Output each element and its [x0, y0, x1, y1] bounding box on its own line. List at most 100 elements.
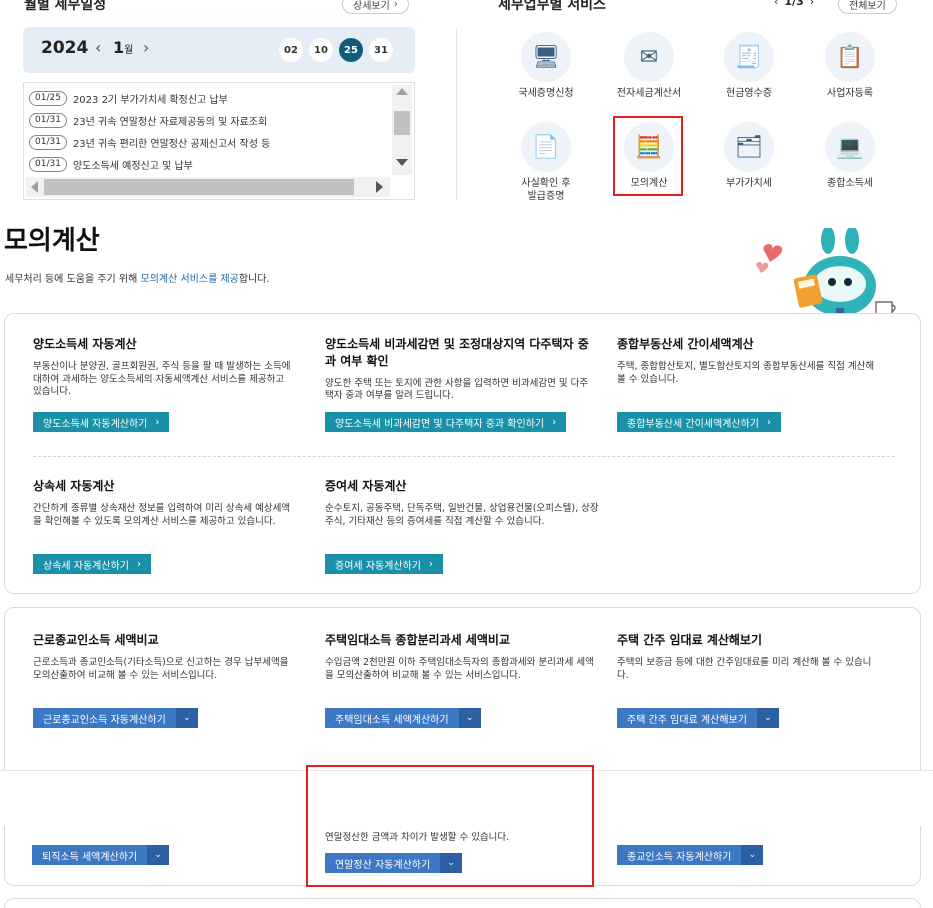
business-registration-icon: 📋: [825, 32, 875, 82]
schedule-date: 01/25: [29, 90, 67, 106]
calc-item-title: 양도소득세 자동계산: [33, 337, 137, 351]
scroll-thumb[interactable]: [394, 111, 410, 135]
chevron-down-icon[interactable]: ⌄: [741, 845, 764, 865]
services-pager: ‹ 1/3 ›: [774, 0, 814, 8]
schedule-more-button[interactable]: 상세보기 ›: [342, 0, 409, 14]
calendar-day-active[interactable]: 25: [339, 38, 363, 62]
calc-item: 주택 간주 임대료 계산해보기 주택의 보증금 등에 대한 간주임대료를 미리 …: [617, 632, 877, 682]
button-label: 퇴직소득 세액계산하기: [42, 851, 138, 863]
calc-item: 양도소득세 자동계산 부동산이나 분양권, 골프회원권, 주식 등을 팔 때 발…: [33, 336, 293, 399]
schedule-item[interactable]: 01/31 23년 귀속 편리한 연말정산 공제신고서 작성 등: [29, 131, 389, 153]
service-label: 현금영수증: [726, 88, 772, 99]
calendar-day[interactable]: 02: [279, 38, 303, 62]
schedule-more-label: 상세보기: [353, 0, 390, 12]
calendar-day[interactable]: 10: [309, 38, 333, 62]
inheritance-tax-calc-button[interactable]: 상속세 자동계산하기 ›: [33, 554, 151, 574]
service-business-registration[interactable]: 📋 사업자등록: [805, 32, 895, 101]
capital-gains-calc-button[interactable]: 양도소득세 자동계산하기 ›: [33, 412, 170, 432]
calc-item-title: 종합부동산세 간이세액계산: [617, 337, 754, 351]
calc-panel-property: 양도소득세 자동계산 부동산이나 분양권, 골프회원권, 주식 등을 팔 때 발…: [4, 313, 921, 594]
horizontal-scrollbar[interactable]: [26, 177, 390, 197]
scroll-right-icon[interactable]: [376, 181, 383, 193]
scroll-up-icon[interactable]: [396, 88, 408, 95]
vertical-scrollbar[interactable]: [392, 85, 412, 175]
schedule-section-title: 월별 세무일정: [24, 0, 107, 13]
calc-item: 주택임대소득 종합분리과세 세액비교 수입금액 2천만원 이하 주택임대소득자의…: [325, 632, 597, 682]
calc-item-desc: 간단하게 종류별 상속재산 정보를 입력하여 미리 상속세 예상세액을 확인해볼…: [33, 502, 291, 527]
schedule-date: 01/31: [29, 112, 67, 128]
pager-prev-icon[interactable]: ‹: [774, 0, 778, 8]
calc-item-title: 증여세 자동계산: [325, 479, 407, 493]
calendar-bar: 2024 ‹ 1월 › 02 10 25 31: [23, 27, 415, 73]
schedule-item[interactable]: 01/25 2023 2기 부가가치세 확정신고 납부: [29, 87, 389, 109]
next-month-icon[interactable]: ›: [143, 38, 149, 57]
deemed-rent-calc-button[interactable]: 주택 간주 임대료 계산해보기 ⌄: [617, 708, 779, 728]
calc-item-desc: 양도한 주택 또는 토지에 관한 사항을 입력하면 비과세감면 및 다주택자 중…: [325, 377, 589, 402]
tax-exemption-check-button[interactable]: 양도소득세 비과세감면 및 다주택자 중과 확인하기 ›: [325, 412, 567, 432]
service-label: 사업자등록: [827, 88, 873, 99]
day-label: 31: [374, 44, 388, 56]
page-title: 모의계산: [4, 226, 100, 256]
retirement-income-calc-button[interactable]: 퇴직소득 세액계산하기 ⌄: [32, 845, 170, 865]
chevron-right-icon: ›: [766, 416, 771, 428]
gift-tax-calc-button[interactable]: 증여세 자동계산하기 ›: [325, 554, 443, 574]
button-label: 종합부동산세 간이세액계산하기: [627, 418, 759, 430]
chevron-right-icon: ›: [393, 0, 398, 10]
service-certificate[interactable]: 🖥 국세증명신청: [501, 32, 591, 101]
day-label: 10: [314, 44, 328, 56]
chevron-down-icon[interactable]: ⌄: [147, 845, 170, 865]
prev-month-icon[interactable]: ‹: [95, 38, 101, 57]
button-label: 상속세 자동계산하기: [43, 560, 129, 572]
highlight-box-year-end: [306, 765, 594, 887]
calc-item-desc: 수입금액 2천만원 이하 주택임대소득자의 종합과세와 분리과세 세액을 모의산…: [325, 656, 594, 681]
service-fact-check[interactable]: 📄 사실확인 후 발급증명: [501, 122, 591, 203]
day-label: 02: [284, 44, 298, 56]
schedule-text: 2023 2기 부가가치세 확정신고 납부: [72, 94, 228, 106]
mascot-illustration: [756, 228, 896, 318]
chevron-down-icon[interactable]: ⌄: [458, 708, 481, 728]
calc-item-desc: 근로소득과 종교인소득(기타소득)으로 신고하는 경우 납부세액을 모의산출하여…: [33, 656, 289, 681]
fact-check-icon: 📄: [521, 122, 571, 172]
service-vat[interactable]: 🗂 부가가치세: [704, 122, 794, 191]
pager-next-icon[interactable]: ›: [810, 0, 814, 8]
receipt-icon: 🧾: [724, 32, 774, 82]
row-divider: [33, 456, 895, 457]
button-label: 종교인소득 자동계산하기: [627, 851, 732, 863]
chevron-down-icon[interactable]: ⌄: [175, 708, 198, 728]
rental-income-calc-button[interactable]: 주택임대소득 세액계산하기 ⌄: [325, 708, 481, 728]
chevron-down-icon[interactable]: ⌄: [756, 708, 779, 728]
calc-item-title: 양도소득세 비과세감면 및 조정대상지역 다주택자 중과 여부 확인: [325, 337, 589, 368]
button-label: 주택 간주 임대료 계산해보기: [627, 714, 747, 726]
calendar-month-number: 1: [113, 38, 125, 57]
button-label: 증여세 자동계산하기: [335, 560, 421, 572]
services-all-label: 전체보기: [849, 0, 886, 12]
service-income-tax[interactable]: 💻 종합소득세: [805, 122, 895, 191]
religious-income-calc-button[interactable]: 근로종교인소득 자동계산하기 ⌄: [33, 708, 198, 728]
service-e-invoice[interactable]: ✉ 전자세금계산서: [604, 32, 694, 101]
services-all-button[interactable]: 전체보기: [838, 0, 897, 14]
schedule-text: 양도소득세 예정신고 및 납부: [72, 160, 193, 172]
service-receipt[interactable]: 🧾 현금영수증: [704, 32, 794, 101]
scroll-left-icon[interactable]: [31, 181, 38, 193]
property-tax-calc-button[interactable]: 종합부동산세 간이세액계산하기 ›: [617, 412, 781, 432]
schedule-item[interactable]: 01/31 양도소득세 예정신고 및 납부: [29, 153, 389, 175]
services-section-title: 세무업무별 서비스: [498, 0, 606, 13]
calendar-month-unit: 월: [124, 45, 134, 56]
page-desc-link[interactable]: 모의계산 서비스를 제공: [141, 274, 239, 285]
service-label: 종합소득세: [827, 178, 873, 189]
calc-item-title: 근로종교인소득 세액비교: [33, 633, 159, 647]
religious-income-calc-button-2[interactable]: 종교인소득 자동계산하기 ⌄: [617, 845, 764, 865]
schedule-date: 01/31: [29, 134, 67, 150]
calc-item: 종합부동산세 간이세액계산 주택, 종합합산토지, 별도합산토지의 종합부동산세…: [617, 336, 877, 386]
schedule-text: 23년 귀속 연말정산 자료제공동의 및 자료조회: [72, 116, 268, 128]
chevron-right-icon: ›: [155, 416, 160, 428]
chevron-right-icon: ›: [552, 416, 557, 428]
button-label: 양도소득세 자동계산하기: [43, 418, 148, 430]
calc-item-title: 주택임대소득 종합분리과세 세액비교: [325, 633, 510, 647]
next-panel-edge: [4, 898, 921, 908]
scroll-thumb-h[interactable]: [44, 179, 354, 195]
calc-item-desc: 주택의 보증금 등에 대한 간주임대료를 미리 계산해 볼 수 있습니다.: [617, 656, 872, 681]
calendar-day[interactable]: 31: [369, 38, 393, 62]
scroll-down-icon[interactable]: [396, 159, 408, 166]
schedule-item[interactable]: 01/31 23년 귀속 연말정산 자료제공동의 및 자료조회: [29, 109, 389, 131]
